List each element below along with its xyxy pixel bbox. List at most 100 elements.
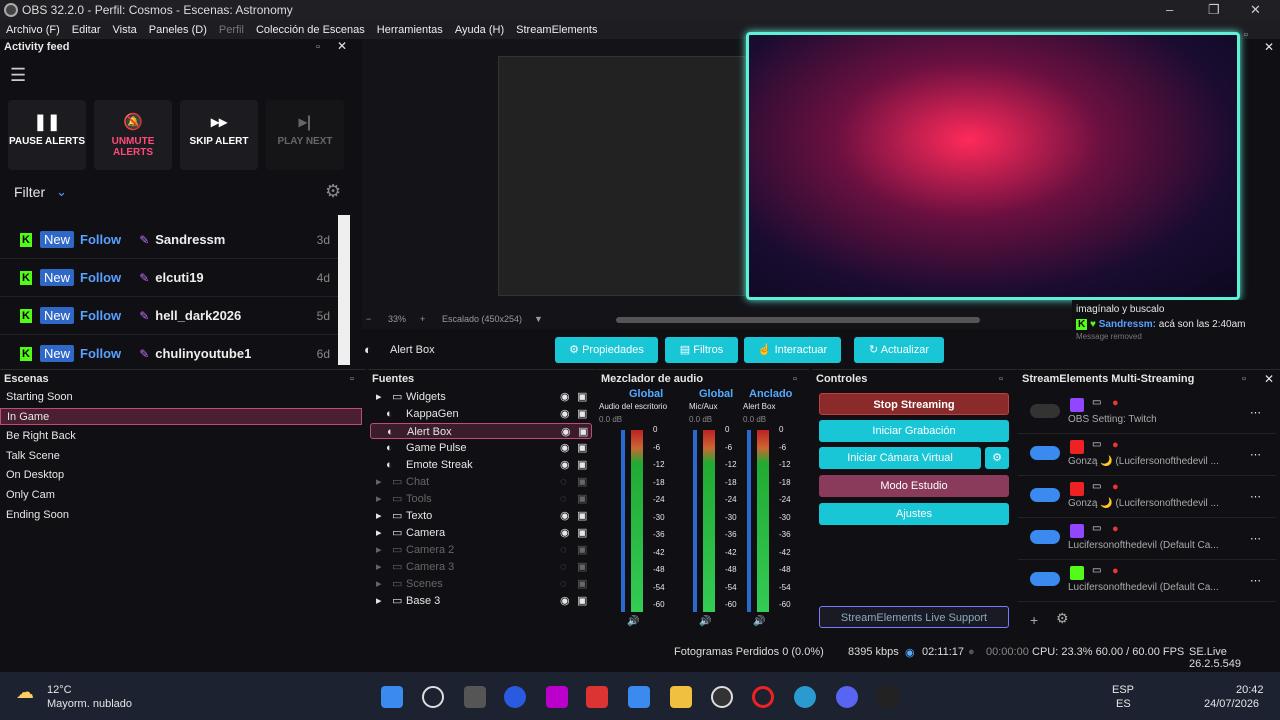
expand-icon[interactable]: ▸ [376,491,382,507]
expand-icon[interactable]: ▸ [376,474,382,490]
add-destination-icon[interactable]: + [1030,612,1038,628]
volume-slider[interactable] [747,430,751,612]
preview-scrollbar[interactable] [616,317,980,323]
pencil-icon[interactable]: ✎ [139,233,149,247]
settings-button[interactable]: Ajustes [819,503,1009,525]
more-icon[interactable]: ⋯ [1250,532,1261,545]
menu-perfil[interactable]: Perfil [219,24,244,36]
play-next-button[interactable]: ▸| PLAY NEXT [266,100,344,170]
more-icon[interactable]: ⋯ [1250,448,1261,461]
lock-icon[interactable]: ▣ [577,440,587,456]
speaker-icon[interactable]: 🔊 [699,616,711,627]
scene-item[interactable]: On Desktop [0,467,362,484]
scene-item[interactable]: Be Right Back [0,428,362,445]
visibility-icon[interactable]: ◌ [560,491,567,507]
feed-scrollbar[interactable] [338,215,350,365]
menu-streamelements[interactable]: StreamElements [516,24,597,36]
volume-slider[interactable] [621,430,625,612]
visibility-icon[interactable]: ◉ [560,525,570,541]
source-item[interactable]: ◐ Alert Box ◉ ▣ [370,423,592,439]
source-item[interactable]: ▸ ▭ Tools ◌ ▣ [370,491,592,507]
lock-icon[interactable]: ▣ [577,508,587,524]
speaker-icon[interactable]: 🔊 [753,616,765,627]
visibility-icon[interactable]: ◉ [560,389,570,405]
source-item[interactable]: ▸ ▭ Camera 2 ◌ ▣ [370,542,592,558]
search-icon[interactable] [422,686,444,708]
obs-icon[interactable] [711,686,733,708]
pause-alerts-button[interactable]: ❚❚ PAUSE ALERTS [8,100,86,170]
virtual-camera-button[interactable]: Iniciar Cámara Virtual [819,447,981,469]
visibility-icon[interactable]: ◉ [560,440,570,456]
stop-streaming-button[interactable]: Stop Streaming [819,393,1009,415]
lock-icon[interactable]: ▣ [577,389,587,405]
lock-icon[interactable]: ▣ [577,559,587,575]
source-item[interactable]: ▸ ▭ Camera ◉ ▣ [370,525,592,541]
toggle-switch[interactable] [1030,530,1060,544]
discord-icon[interactable] [836,686,858,708]
visibility-icon[interactable]: ◉ [561,424,571,440]
more-icon[interactable]: ⋯ [1250,574,1261,587]
pencil-icon[interactable]: ✎ [139,271,149,285]
lock-icon[interactable]: ▣ [578,424,588,440]
menu-ayuda[interactable]: Ayuda (H) [455,24,504,36]
taskview-icon[interactable] [464,686,486,708]
multistream-gear-icon[interactable]: ⚙ [1056,610,1069,627]
lock-icon[interactable]: ▣ [577,491,587,507]
maximize-icon[interactable]: ❐ [1208,2,1220,18]
gear-icon[interactable]: ⚙ [325,181,341,202]
expand-icon[interactable]: ▸ [376,389,382,405]
preview-close-icon[interactable]: ✕ [1264,40,1274,54]
menu-paneles[interactable]: Paneles (D) [149,24,207,36]
scene-item[interactable]: Only Cam [0,487,362,504]
lock-icon[interactable]: ▣ [577,576,587,592]
source-item[interactable]: ▸ ▭ Widgets ◉ ▣ [370,389,592,405]
interact-button[interactable]: ☝ Interactuar [744,337,841,363]
app-icon[interactable] [586,686,608,708]
toggle-switch[interactable] [1030,404,1060,418]
source-item[interactable]: ▸ ▭ Camera 3 ◌ ▣ [370,559,592,575]
menu-herramientas[interactable]: Herramientas [377,24,443,36]
visibility-icon[interactable]: ◉ [560,457,570,473]
mixer-undock-icon[interactable]: ▫ [793,373,797,385]
pencil-icon[interactable]: ✎ [139,347,149,361]
lang[interactable]: ESP [1112,684,1134,696]
controls-undock-icon[interactable]: ▫ [999,373,1003,385]
app-icon[interactable] [546,686,568,708]
expand-icon[interactable]: ▸ [376,525,382,541]
folder-icon[interactable] [670,686,692,708]
close-icon[interactable]: ✕ [1250,2,1261,18]
expand-icon[interactable]: ▸ [376,559,382,575]
toggle-switch[interactable] [1030,572,1060,586]
speaker-icon[interactable]: 🔊 [627,616,639,627]
lock-icon[interactable]: ▣ [577,525,587,541]
lock-icon[interactable]: ▣ [577,457,587,473]
expand-icon[interactable]: ▸ [376,593,382,609]
visibility-icon[interactable]: ◌ [560,576,567,592]
undock-icon[interactable]: ▫ [316,41,320,53]
menu-archivo[interactable]: Archivo (F) [6,24,60,36]
feed-close-icon[interactable]: ✕ [337,39,347,53]
virtual-camera-settings-icon[interactable]: ⚙ [985,447,1009,469]
source-item[interactable]: ▸ ▭ Chat ◌ ▣ [370,474,592,490]
opera-icon[interactable] [752,686,774,708]
source-item[interactable]: ▸ ▭ Texto ◉ ▣ [370,508,592,524]
app-icon[interactable] [877,686,899,708]
scale-dropdown-icon[interactable]: ▼ [534,314,543,324]
multistream-close-icon[interactable]: ✕ [1264,372,1274,386]
multistream-undock-icon[interactable]: ▫ [1242,373,1246,385]
visibility-icon[interactable]: ◌ [560,474,567,490]
scene-item[interactable]: Talk Scene [0,448,362,465]
properties-button[interactable]: ⚙ Propiedades [555,337,658,363]
hamburger-icon[interactable]: ☰ [10,65,26,86]
skip-alert-button[interactable]: ▸▸ SKIP ALERT [180,100,258,170]
toggle-switch[interactable] [1030,488,1060,502]
expand-icon[interactable]: ▸ [376,508,382,524]
unmute-alerts-button[interactable]: 🔕 UNMUTE ALERTS [94,100,172,170]
lock-icon[interactable]: ▣ [577,542,587,558]
visibility-icon[interactable]: ◌ [560,542,567,558]
start-recording-button[interactable]: Iniciar Grabación [819,420,1009,442]
visibility-icon[interactable]: ◌ [560,559,567,575]
volume-slider[interactable] [693,430,697,612]
clock-time[interactable]: 20:42 [1236,684,1264,696]
filters-button[interactable]: ▤ Filtros [665,337,738,363]
